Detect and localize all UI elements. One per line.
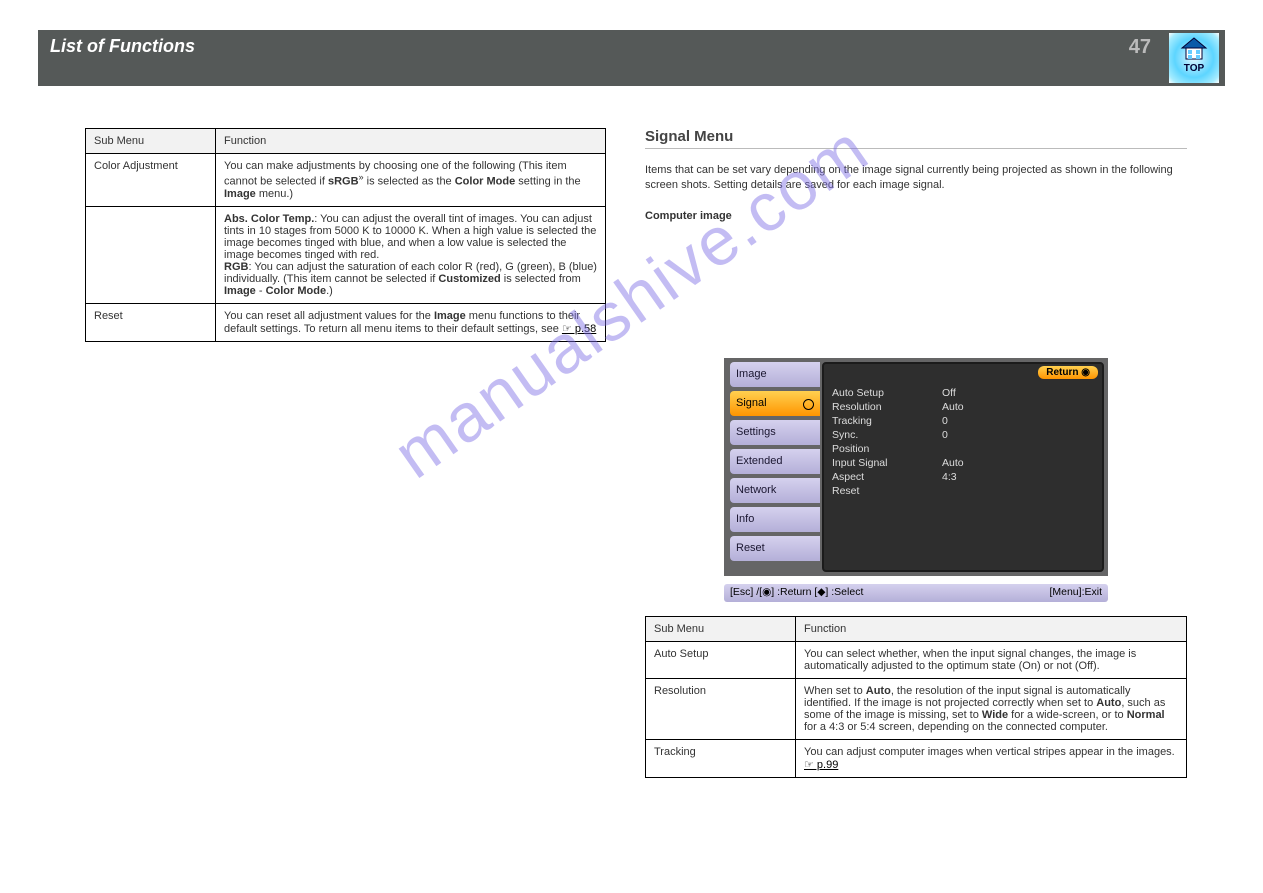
right-table: Sub Menu Function Auto SetupYou can sele… bbox=[645, 616, 1187, 778]
cell-submenu: Color Adjustment bbox=[86, 154, 216, 207]
signal-note: Items that can be set vary depending on … bbox=[645, 163, 1187, 194]
osd-row[interactable]: Aspect4:3 bbox=[832, 470, 1094, 484]
osd-row[interactable]: Auto SetupOff bbox=[832, 386, 1094, 400]
signal-menu-title: Signal Menu bbox=[645, 128, 1187, 145]
osd-key: Position bbox=[832, 442, 942, 456]
page-number: 47 bbox=[1129, 36, 1151, 59]
footer-right: [Menu]:Exit bbox=[1049, 586, 1102, 600]
osd-tab-settings[interactable]: Settings bbox=[730, 420, 820, 445]
osd-tab-reset[interactable]: Reset bbox=[730, 536, 820, 561]
osd-key: Input Signal bbox=[832, 456, 942, 470]
osd-key: Auto Setup bbox=[832, 386, 942, 400]
top-icon[interactable]: TOP bbox=[1169, 33, 1219, 83]
divider bbox=[645, 148, 1187, 149]
th-submenu: Sub Menu bbox=[646, 616, 796, 641]
osd-key: Reset bbox=[832, 484, 942, 498]
header-title: List of Functions bbox=[50, 36, 195, 57]
table-row: Auto SetupYou can select whether, when t… bbox=[646, 641, 1187, 678]
osd-value: Auto bbox=[942, 400, 964, 414]
table-row: Color AdjustmentYou can make adjustments… bbox=[86, 154, 606, 207]
osd-tab-info[interactable]: Info bbox=[730, 507, 820, 532]
osd-row[interactable]: Position bbox=[832, 442, 1094, 456]
return-button[interactable]: Return ◉ bbox=[1038, 366, 1098, 379]
house-icon bbox=[1179, 36, 1209, 62]
enter-icon: ◉ bbox=[1081, 367, 1090, 378]
cell-function: Abs. Color Temp.: You can adjust the ove… bbox=[216, 206, 606, 303]
osd-screenshot: ImageSignalSettingsExtendedNetworkInfoRe… bbox=[724, 358, 1108, 576]
osd-tab-signal[interactable]: Signal bbox=[730, 391, 820, 416]
th-function: Function bbox=[796, 616, 1187, 641]
cell-submenu: Tracking bbox=[646, 739, 796, 777]
cell-function: You can select whether, when the input s… bbox=[796, 641, 1187, 678]
osd-tab-image[interactable]: Image bbox=[730, 362, 820, 387]
header-bar: List of Functions 47 TOP bbox=[38, 30, 1225, 86]
cell-function: You can reset all adjustment values for … bbox=[216, 303, 606, 341]
table-row: ResetYou can reset all adjustment values… bbox=[86, 303, 606, 341]
table-row: ResolutionWhen set to Auto, the resoluti… bbox=[646, 678, 1187, 739]
cell-function: When set to Auto, the resolution of the … bbox=[796, 678, 1187, 739]
osd-value: Off bbox=[942, 386, 956, 400]
cell-submenu: Auto Setup bbox=[646, 641, 796, 678]
osd-row[interactable]: Reset bbox=[832, 484, 1094, 498]
left-table: Sub Menu Function Color AdjustmentYou ca… bbox=[85, 128, 606, 342]
cell-submenu: Resolution bbox=[646, 678, 796, 739]
osd-value: 4:3 bbox=[942, 470, 957, 484]
osd-value: 0 bbox=[942, 428, 948, 442]
osd-key: Resolution bbox=[832, 400, 942, 414]
osd-key: Aspect bbox=[832, 470, 942, 484]
cell-function: You can adjust computer images when vert… bbox=[796, 739, 1187, 777]
th-submenu: Sub Menu bbox=[86, 129, 216, 154]
osd-row[interactable]: Input SignalAuto bbox=[832, 456, 1094, 470]
th-function: Function bbox=[216, 129, 606, 154]
cell-submenu bbox=[86, 206, 216, 303]
table-row: Abs. Color Temp.: You can adjust the ove… bbox=[86, 206, 606, 303]
osd-row[interactable]: Sync.0 bbox=[832, 428, 1094, 442]
osd-tab-network[interactable]: Network bbox=[730, 478, 820, 503]
osd-row[interactable]: ResolutionAuto bbox=[832, 400, 1094, 414]
osd-key: Tracking bbox=[832, 414, 942, 428]
computer-image-label: Computer image bbox=[645, 210, 1187, 222]
top-label: TOP bbox=[1169, 63, 1219, 74]
footer-left: [Esc] /[◉] :Return [◆] :Select bbox=[730, 586, 863, 600]
osd-value: Auto bbox=[942, 456, 964, 470]
right-column: Signal Menu Items that can be set vary d… bbox=[645, 128, 1187, 778]
left-column: Sub Menu Function Color AdjustmentYou ca… bbox=[85, 128, 606, 342]
osd-value: 0 bbox=[942, 414, 948, 428]
osd-tab-extended[interactable]: Extended bbox=[730, 449, 820, 474]
osd-panel: Return ◉ Auto SetupOffResolutionAutoTrac… bbox=[822, 362, 1104, 572]
table-row: TrackingYou can adjust computer images w… bbox=[646, 739, 1187, 777]
cell-function: You can make adjustments by choosing one… bbox=[216, 154, 606, 207]
osd-row[interactable]: Tracking0 bbox=[832, 414, 1094, 428]
osd-key: Sync. bbox=[832, 428, 942, 442]
cell-submenu: Reset bbox=[86, 303, 216, 341]
osd-footer: [Esc] /[◉] :Return [◆] :Select [Menu]:Ex… bbox=[724, 584, 1108, 602]
